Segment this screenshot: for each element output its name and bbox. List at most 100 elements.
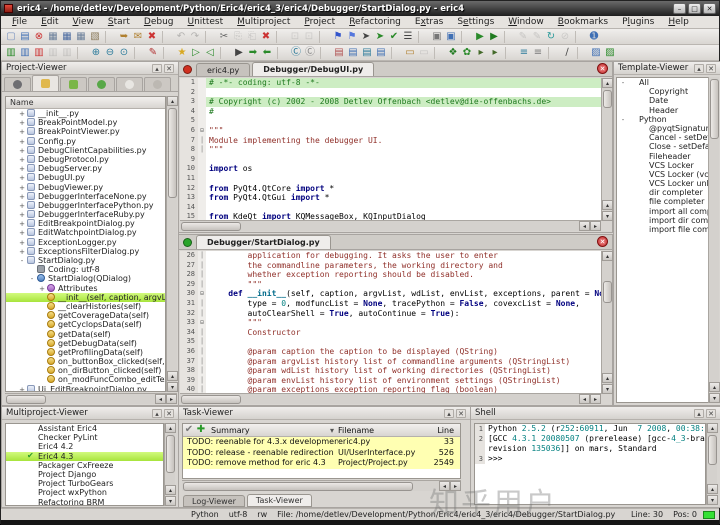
debug-bug-icon[interactable]: ✿ <box>460 46 474 60</box>
code-line[interactable]: 8│""" <box>180 145 601 155</box>
run-script-icon[interactable]: ▶ <box>473 30 487 44</box>
code-line[interactable]: 9 <box>180 155 601 165</box>
close-panel-button[interactable]: ✕ <box>456 409 466 418</box>
menu-start[interactable]: Start <box>101 17 137 27</box>
save-all-icon[interactable]: ▦ <box>74 30 88 44</box>
tree-item[interactable]: Close - setDefault <box>617 142 711 151</box>
run-icon[interactable]: ▶ <box>232 46 246 60</box>
tree-item[interactable]: +EditBreakpointDialog.py <box>6 219 165 228</box>
tree-item[interactable]: Coding: utf-8 <box>6 265 165 274</box>
menu-project[interactable]: Project <box>297 17 342 27</box>
tree-item[interactable]: +BreakPointModel.py <box>6 118 165 127</box>
close-panel-button[interactable]: ✕ <box>164 64 174 73</box>
project-open-icon[interactable]: ▥ <box>4 46 18 60</box>
tree-item[interactable]: getCoverageData(self) <box>6 311 165 320</box>
project-tree[interactable]: Name +__init__.py+BreakPointModel.py+Bre… <box>5 96 166 392</box>
tab-translations[interactable] <box>88 77 115 91</box>
tree-item[interactable]: +BreakPointViewer.py <box>6 127 165 136</box>
code-line[interactable]: 37│ @param argvList history list of comm… <box>180 357 601 367</box>
zoom-reset-icon[interactable]: ⊙ <box>117 46 131 60</box>
code-line[interactable]: 14 <box>180 203 601 213</box>
tree-item[interactable]: +DebuggerInterfacePython.py <box>6 201 165 210</box>
code-line[interactable]: 10import os <box>180 164 601 174</box>
continue-to-icon[interactable]: Ⓒ <box>303 46 317 60</box>
fold-marker-icon[interactable]: ⊟ <box>198 289 206 299</box>
tree-item[interactable]: +DebuggerInterfaceNone.py <box>6 192 165 201</box>
project-tree-vscrollbar[interactable]: ▴ ▴ ▾ <box>166 96 177 392</box>
code-line[interactable]: 33⊟ """ <box>180 318 601 328</box>
tree-item[interactable]: VCS Locker <box>617 161 711 170</box>
tree-item[interactable]: ✔Eric4 4.3 <box>6 452 163 461</box>
cut-icon[interactable]: ✂ <box>217 30 231 44</box>
float-panel-button[interactable]: ▴ <box>444 409 454 418</box>
summary-column-header[interactable]: Summary ▾ <box>207 426 338 435</box>
tree-item[interactable]: dir completer <box>617 188 711 197</box>
expander-icon[interactable]: - <box>18 257 26 266</box>
call-stack-icon[interactable]: ≡ <box>517 46 531 60</box>
code-line[interactable]: 28│ whether exception reporting should b… <box>180 270 601 280</box>
tab-forms-folder[interactable] <box>32 75 59 91</box>
editor-top-code[interactable]: 1# -*- coding: utf-8 -*-23# Copyright (c… <box>180 78 601 221</box>
code-line[interactable]: 5 <box>180 116 601 126</box>
code-line[interactable]: 29│ """ <box>180 280 601 290</box>
task-table-hscrollbar[interactable]: ◂▸ <box>182 480 461 491</box>
spell-check-icon[interactable]: ✎ <box>146 46 160 60</box>
tree-item[interactable]: Packager CxFreeze <box>6 461 163 470</box>
menu-plugins[interactable]: Plugins <box>615 17 661 27</box>
tab-resources[interactable] <box>60 77 87 91</box>
tree-item[interactable]: +Ui_EditBreakpointDialog.py <box>6 385 165 392</box>
code-line[interactable]: 30⊟ def __init__(self, caption, argvList… <box>180 289 601 299</box>
expander-icon[interactable]: - <box>619 116 627 125</box>
expander-icon[interactable]: - <box>619 79 627 88</box>
tab-task-viewer[interactable]: Task-Viewer <box>247 494 312 507</box>
multiproject-list[interactable]: Assistant Eric4Checker PyLintEric4 4.2✔E… <box>5 423 164 506</box>
tree-item[interactable]: +Config.py <box>6 137 165 146</box>
watch-icon[interactable]: ▤ <box>360 46 374 60</box>
save-as-icon[interactable]: ▦ <box>60 30 74 44</box>
unittest-icon[interactable]: ▣ <box>430 30 444 44</box>
tree-item[interactable]: +EditWatchpointDialog.py <box>6 228 165 237</box>
code-line[interactable]: 36│ @param caption the caption to be dis… <box>180 347 601 357</box>
tree-item[interactable]: file completer <box>617 197 711 206</box>
edit-box-icon[interactable]: ▭ <box>403 46 417 60</box>
code-line[interactable]: 26│ application for debugging. It asks t… <box>180 251 601 261</box>
tree-item[interactable]: Copyright <box>617 87 711 96</box>
tree-item[interactable]: Fileheader <box>617 152 711 161</box>
code-line[interactable]: 2 <box>180 88 601 98</box>
template-tree-vscrollbar[interactable]: ▴ ▾ <box>708 77 719 403</box>
close-panel-button[interactable]: ✕ <box>706 409 716 418</box>
zoom-out-icon[interactable]: ⊖ <box>103 46 117 60</box>
tree-item[interactable]: -StartDialog.py <box>6 256 165 265</box>
tree-item[interactable]: -Python <box>617 115 711 124</box>
float-panel-button[interactable]: ▴ <box>694 409 704 418</box>
tree-item[interactable]: -StartDialog(QDialog) <box>6 274 165 283</box>
diagonal-icon[interactable]: ∕ <box>560 46 574 60</box>
tree-item[interactable]: __clearHistories(self) <box>6 302 165 311</box>
step-over-icon[interactable]: ▸ <box>488 46 502 60</box>
bookmark-icon[interactable]: ⚑ <box>331 30 345 44</box>
tree-item[interactable]: +ExceptionsFilterDialog.py <box>6 247 165 256</box>
tree-item[interactable]: on_buttonBox_clicked(self, b <box>6 357 165 366</box>
menu-extras[interactable]: Extras <box>408 17 450 27</box>
tree-item[interactable]: -All <box>617 78 711 87</box>
debug-script-icon[interactable]: ▶ <box>487 30 501 44</box>
tree-item[interactable]: @pyqtSignature("") <box>617 124 711 133</box>
tab-interfaces[interactable] <box>116 77 143 91</box>
code-line[interactable]: 39│ @param envList history list of envir… <box>180 376 601 386</box>
project-tree-hscrollbar[interactable]: ◂▸ <box>5 393 177 404</box>
menu-window[interactable]: Window <box>501 17 551 27</box>
shell-line[interactable]: 2[GCC 4.3.1 20080507 (prerelease) [gcc-4… <box>475 434 705 444</box>
tree-item[interactable]: Date <box>617 96 711 105</box>
breakpoint-icon[interactable]: ▤ <box>332 46 346 60</box>
save-copy-icon[interactable]: ▧ <box>88 30 102 44</box>
float-panel-button[interactable]: ▴ <box>152 409 162 418</box>
code-line[interactable]: 31│ type = 0, modfuncList = None, traceP… <box>180 299 601 309</box>
next-change-icon[interactable]: ▷ <box>189 46 203 60</box>
prev-change-icon[interactable]: ◁ <box>203 46 217 60</box>
tree-item[interactable]: getCyclopsData(self) <box>6 320 165 329</box>
fold-marker-icon[interactable]: ⊟ <box>198 318 206 328</box>
task-table-header[interactable]: ✔ ✚ Summary ▾ Filename Line <box>183 424 460 437</box>
tree-item[interactable]: __init__(self, caption, argvLis <box>6 293 165 302</box>
continue-icon[interactable]: Ⓒ <box>289 46 303 60</box>
tree-item[interactable]: +Attributes <box>6 284 165 293</box>
